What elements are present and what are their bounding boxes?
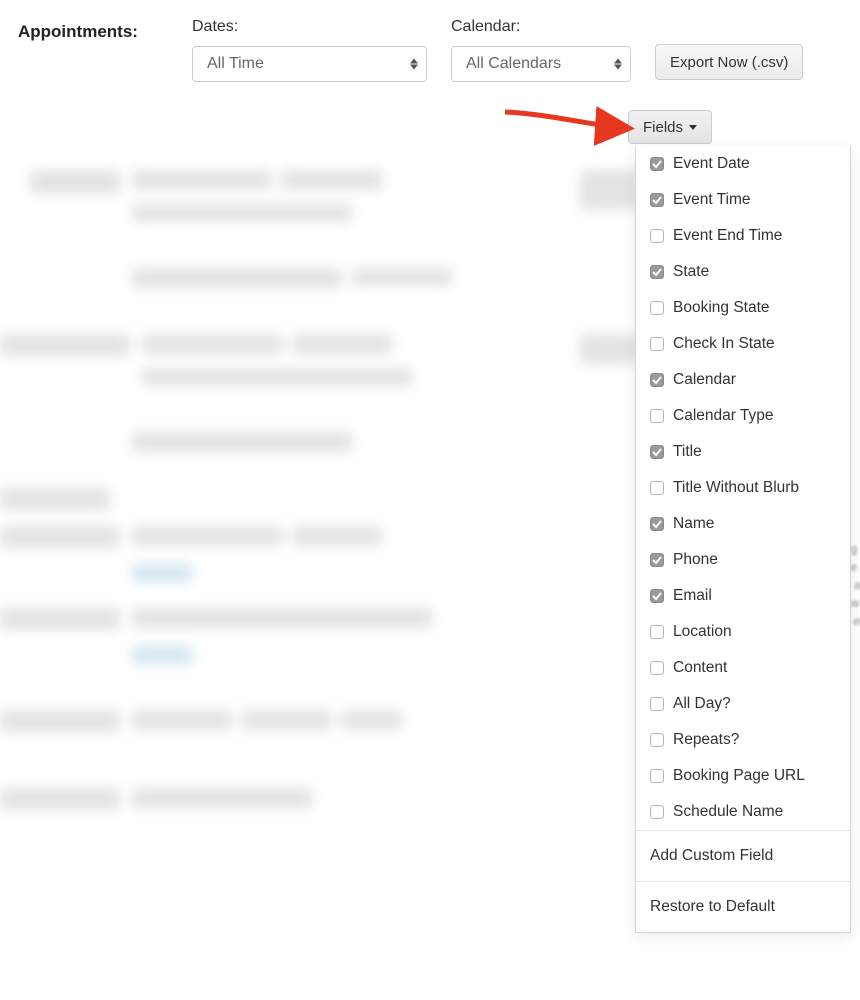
dates-select[interactable]: All Time (192, 46, 427, 82)
field-option-label: Location (673, 623, 732, 641)
redacted-content (0, 170, 640, 1000)
calendar-select[interactable]: All Calendars (451, 46, 631, 82)
dates-select-value: All Time (207, 55, 264, 73)
dates-label: Dates: (192, 18, 427, 36)
field-option-label: Booking State (673, 299, 770, 317)
checkbox-icon (650, 481, 664, 495)
checkbox-icon (650, 409, 664, 423)
export-now-button[interactable]: Export Now (.csv) (655, 44, 803, 80)
field-option[interactable]: Check In State (636, 326, 850, 362)
field-option-label: Email (673, 587, 712, 605)
export-header: Appointments: Dates: All Time Calendar: … (0, 0, 860, 82)
field-option[interactable]: All Day? (636, 686, 850, 722)
field-option[interactable]: Content (636, 650, 850, 686)
checkbox-icon (650, 805, 664, 819)
field-option[interactable]: Booking Page URL (636, 758, 850, 794)
field-option[interactable]: Title Without Blurb (636, 470, 850, 506)
field-option[interactable]: Repeats? (636, 722, 850, 758)
field-option-label: All Day? (673, 695, 731, 713)
calendar-control: Calendar: All Calendars (451, 18, 631, 82)
fields-button[interactable]: Fields (628, 110, 712, 144)
field-option[interactable]: Schedule Name (636, 794, 850, 830)
field-option-label: Check In State (673, 335, 775, 353)
checkbox-icon (650, 769, 664, 783)
restore-default-action[interactable]: Restore to Default (636, 882, 850, 932)
section-label: Appointments: (18, 18, 168, 42)
dates-control: Dates: All Time (192, 18, 427, 82)
checkbox-icon (650, 733, 664, 747)
field-option-label: Title Without Blurb (673, 479, 799, 497)
add-custom-field-action[interactable]: Add Custom Field (636, 831, 850, 881)
caret-down-icon (689, 125, 697, 130)
field-option-label: Name (673, 515, 714, 533)
field-option-label: Calendar Type (673, 407, 774, 425)
field-option[interactable]: Email (636, 578, 850, 614)
checkbox-icon (650, 373, 664, 387)
updown-icon (614, 59, 622, 70)
checkbox-icon (650, 589, 664, 603)
checkbox-icon (650, 661, 664, 675)
fields-dropdown: Event Date Event Time Event End Time State B… (635, 146, 851, 933)
field-option-label: Schedule Name (673, 803, 783, 821)
field-option[interactable]: Event End Time (636, 218, 850, 254)
fields-button-label: Fields (643, 119, 683, 136)
checkbox-icon (650, 301, 664, 315)
fields-row: Fields (0, 110, 860, 144)
field-option-label: Calendar (673, 371, 736, 389)
checkbox-icon (650, 265, 664, 279)
field-option-label: Title (673, 443, 702, 461)
export-button-label: Export Now (.csv) (670, 54, 788, 71)
checkbox-icon (650, 625, 664, 639)
calendar-label: Calendar: (451, 18, 631, 36)
field-option-label: Event Date (673, 155, 750, 173)
checkbox-icon (650, 337, 664, 351)
field-option[interactable]: Event Time (636, 182, 850, 218)
field-option[interactable]: Booking State (636, 290, 850, 326)
field-option[interactable]: Location (636, 614, 850, 650)
field-option[interactable]: Calendar Type (636, 398, 850, 434)
field-option-label: Content (673, 659, 727, 677)
field-option-label: Booking Page URL (673, 767, 805, 785)
field-option[interactable]: Name (636, 506, 850, 542)
field-option-label: Phone (673, 551, 718, 569)
field-option-label: Event End Time (673, 227, 782, 245)
checkbox-icon (650, 697, 664, 711)
checkbox-icon (650, 517, 664, 531)
field-option[interactable]: Event Date (636, 146, 850, 182)
checkbox-icon (650, 553, 664, 567)
checkbox-icon (650, 229, 664, 243)
checkbox-icon (650, 193, 664, 207)
field-option[interactable]: Title (636, 434, 850, 470)
field-option[interactable]: Calendar (636, 362, 850, 398)
checkbox-icon (650, 157, 664, 171)
red-arrow-annotation (500, 104, 635, 148)
checkbox-icon (650, 445, 664, 459)
field-option[interactable]: Phone (636, 542, 850, 578)
field-option[interactable]: State (636, 254, 850, 290)
field-option-label: Repeats? (673, 731, 739, 749)
field-option-label: State (673, 263, 709, 281)
calendar-select-value: All Calendars (466, 55, 561, 73)
field-option-label: Event Time (673, 191, 751, 209)
updown-icon (410, 59, 418, 70)
export-control: Export Now (.csv) (655, 18, 803, 80)
